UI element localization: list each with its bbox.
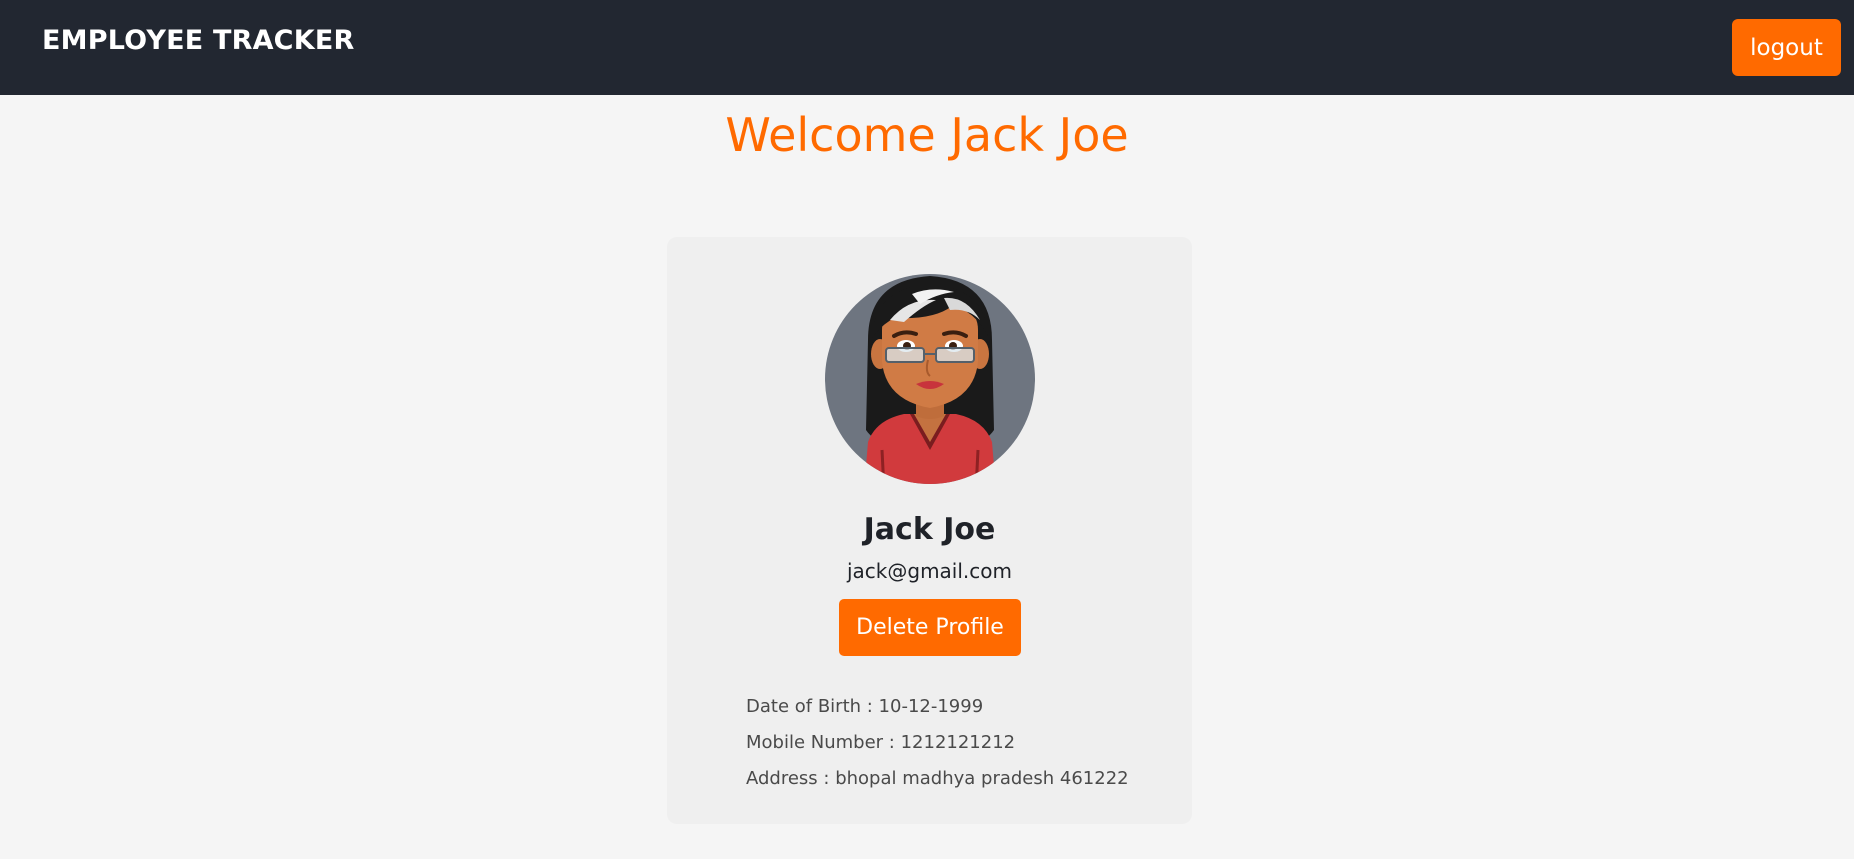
address: Address : bhopal madhya pradesh 461222 — [746, 768, 1129, 789]
app-brand[interactable]: EMPLOYEE TRACKER — [42, 25, 354, 56]
profile-name: Jack Joe — [863, 512, 996, 547]
woman-with-glasses-avatar-icon — [825, 274, 1035, 484]
profile-details: Date of Birth : 10-12-1999 Mobile Number… — [746, 689, 1186, 797]
mobile-number: Mobile Number : 1212121212 — [746, 732, 1016, 753]
delete-profile-button[interactable]: Delete Profile — [839, 599, 1021, 656]
logout-button[interactable]: logout — [1732, 19, 1841, 76]
profile-card: Jack Joe jack@gmail.com Delete Profile D… — [667, 237, 1192, 824]
profile-email: jack@gmail.com — [846, 559, 1012, 583]
welcome-heading: Welcome Jack Joe — [725, 108, 1129, 162]
top-navbar: EMPLOYEE TRACKER logout — [0, 0, 1854, 95]
date-of-birth: Date of Birth : 10-12-1999 — [746, 696, 984, 717]
avatar — [824, 270, 1036, 490]
